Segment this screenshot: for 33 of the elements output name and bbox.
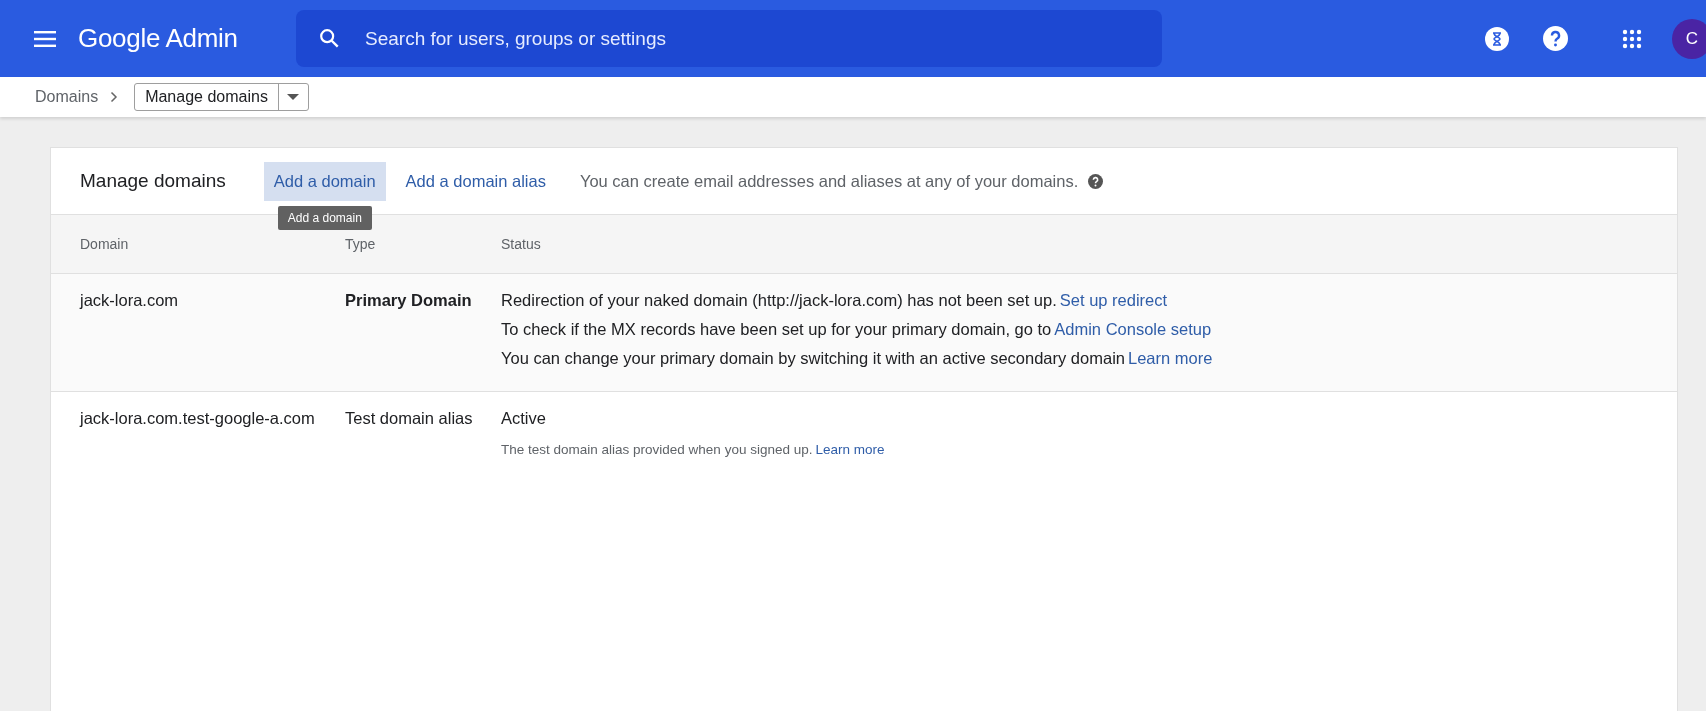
description-text: You can create email addresses and aliases at any of your domains. bbox=[579, 171, 1079, 191]
apps-grid-icon[interactable] bbox=[1622, 28, 1642, 49]
status-text: To check if the MX records have been set up for your primary domain, go to Admin Console setup bbox=[501, 319, 1213, 339]
account-avatar[interactable]: C bbox=[1672, 18, 1706, 59]
chevron-right-icon bbox=[110, 91, 119, 103]
table-cell-text: Test domain alias bbox=[345, 408, 474, 429]
link[interactable]: Admin Console setup bbox=[1054, 320, 1212, 338]
link[interactable]: Learn more bbox=[1128, 349, 1213, 367]
status-text: Active bbox=[501, 408, 547, 428]
breadcrumb-link[interactable]: Domains bbox=[35, 88, 99, 106]
action-link[interactable]: Add a domain alias bbox=[395, 161, 556, 201]
search-field[interactable]: Search for users, groups or settings bbox=[296, 10, 1162, 67]
table-cell-text: Primary Domain bbox=[345, 290, 473, 311]
menu-icon[interactable] bbox=[34, 30, 56, 47]
card-title: Manage domains bbox=[80, 170, 226, 192]
status-text: The test domain alias provided when you signed up. Learn more bbox=[501, 441, 885, 459]
status-text: Redirection of your naked domain (http://jack-lora.com) has not been set up. Set up redirect bbox=[501, 290, 1169, 310]
tooltip: Add a domain bbox=[277, 205, 372, 230]
help-icon[interactable] bbox=[1088, 173, 1104, 189]
link[interactable]: Set up redirect bbox=[1059, 291, 1168, 309]
app-logo[interactable]: Google Admin bbox=[78, 23, 296, 54]
page-dropdown[interactable]: Manage domains bbox=[134, 83, 309, 111]
link[interactable]: Learn more bbox=[815, 442, 885, 457]
table-cell-text: jack-lora.com bbox=[80, 290, 180, 311]
help-icon[interactable] bbox=[1543, 26, 1568, 51]
column-header: Type bbox=[345, 236, 377, 252]
column-header: Domain bbox=[80, 236, 130, 252]
caret-icon bbox=[287, 94, 300, 100]
action-link[interactable]: Add a domain bbox=[263, 161, 386, 201]
column-header: Status bbox=[501, 236, 541, 252]
status-text: You can change your primary domain by switching it with an active secondary domain Learn more bbox=[501, 348, 1213, 368]
table-cell-text: jack-lora.com.test-google-a.com bbox=[80, 408, 316, 429]
hourglass-icon[interactable] bbox=[1485, 26, 1509, 51]
